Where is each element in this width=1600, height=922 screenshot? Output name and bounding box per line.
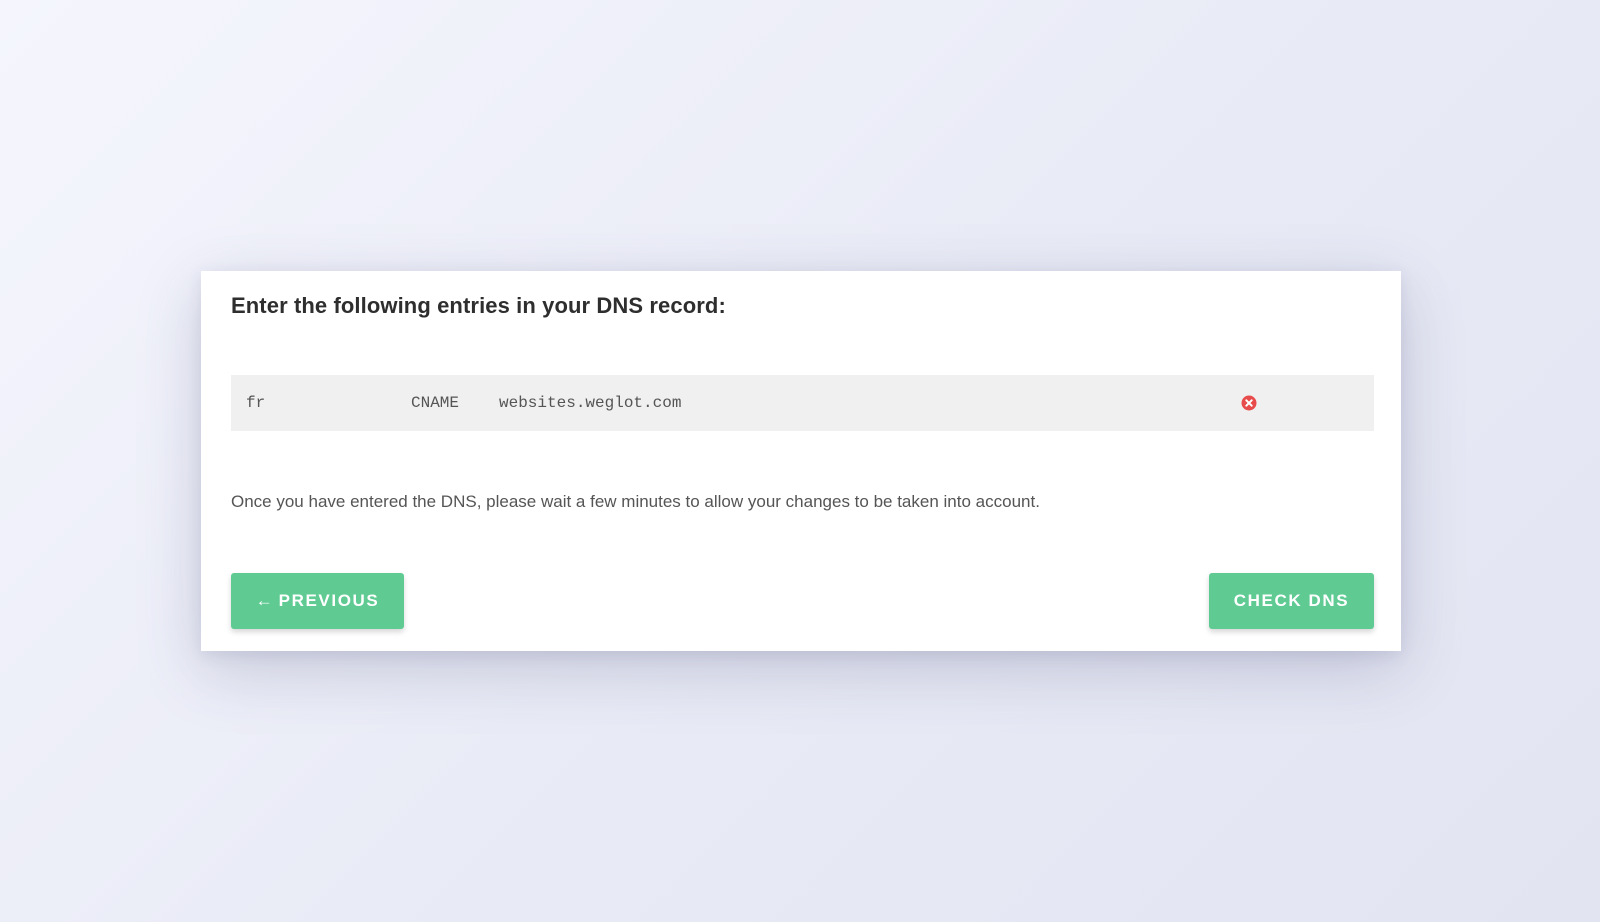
help-text: Once you have entered the DNS, please wa… (231, 492, 1040, 511)
previous-button[interactable]: ← PREVIOUS (231, 573, 404, 629)
previous-button-label: PREVIOUS (278, 591, 380, 610)
dns-record-row: fr CNAME websites.weglot.com (231, 375, 1374, 431)
error-circle-icon (1241, 395, 1257, 411)
check-dns-button-label: CHECK DNS (1233, 591, 1350, 610)
check-dns-button[interactable]: CHECK DNS (1209, 573, 1374, 629)
dns-type: CNAME (411, 394, 460, 412)
card-title: Enter the following entries in your DNS … (231, 293, 726, 318)
dns-value: websites.weglot.com (499, 394, 682, 412)
dns-host: fr (246, 394, 266, 412)
arrow-left-icon: ← (255, 591, 273, 610)
dns-setup-card: Enter the following entries in your DNS … (201, 271, 1401, 651)
